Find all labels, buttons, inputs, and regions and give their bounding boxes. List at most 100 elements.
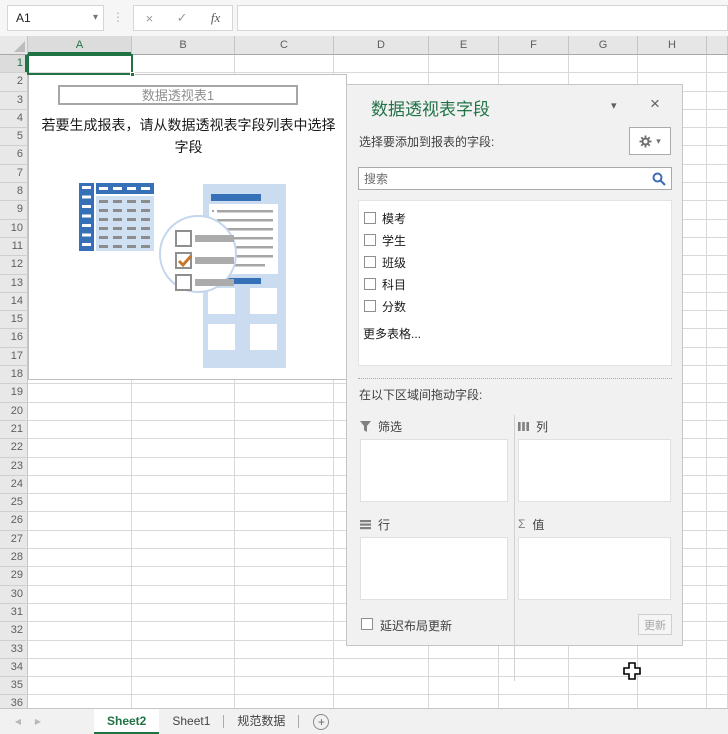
selected-cell-a1[interactable]	[27, 54, 133, 75]
col-header-D[interactable]: D	[334, 36, 429, 55]
row-header-22[interactable]: 22	[0, 439, 28, 457]
grid-cell[interactable]	[132, 641, 235, 659]
grid-cell[interactable]	[132, 677, 235, 695]
row-header-9[interactable]: 9	[0, 201, 28, 219]
grid-cell[interactable]	[707, 567, 728, 585]
grid-cell[interactable]	[707, 458, 728, 476]
grid-cell[interactable]	[235, 531, 334, 549]
grid-cell[interactable]	[429, 659, 499, 677]
grid-cell[interactable]	[132, 476, 235, 494]
row-header-3[interactable]: 3	[0, 92, 28, 110]
grid-cell[interactable]	[707, 238, 728, 256]
field-checkbox[interactable]	[364, 278, 376, 290]
grid-cell[interactable]	[235, 567, 334, 585]
grid-cell[interactable]	[235, 55, 334, 73]
grid-cell[interactable]	[235, 403, 334, 421]
grid-cell[interactable]	[638, 695, 707, 708]
row-header-20[interactable]: 20	[0, 403, 28, 421]
row-header-11[interactable]: 11	[0, 238, 28, 256]
grid-cell[interactable]	[28, 494, 132, 512]
grid-cell[interactable]	[28, 421, 132, 439]
grid-cell[interactable]	[499, 695, 569, 708]
row-header-16[interactable]: 16	[0, 329, 28, 347]
row-header-5[interactable]: 5	[0, 128, 28, 146]
grid-cell[interactable]	[28, 641, 132, 659]
grid-cell[interactable]	[235, 476, 334, 494]
row-header-10[interactable]: 10	[0, 220, 28, 238]
row-header-15[interactable]: 15	[0, 311, 28, 329]
grid-cell[interactable]	[707, 329, 728, 347]
tools-gear-button[interactable]: ▾	[629, 127, 671, 155]
grid-cell[interactable]	[707, 439, 728, 457]
grid-cell[interactable]	[235, 549, 334, 567]
field-row-1[interactable]: 学生	[359, 229, 671, 251]
grid-cell[interactable]	[28, 586, 132, 604]
enter-icon[interactable]: ✓	[177, 10, 188, 26]
grid-cell[interactable]	[707, 183, 728, 201]
grid-cell[interactable]	[235, 604, 334, 622]
field-row-0[interactable]: 模考	[359, 207, 671, 229]
select-all-corner[interactable]	[0, 36, 28, 55]
row-header-30[interactable]: 30	[0, 586, 28, 604]
grid-cell[interactable]	[707, 384, 728, 402]
grid-cell[interactable]	[429, 677, 499, 695]
row-header-28[interactable]: 28	[0, 549, 28, 567]
row-header-13[interactable]: 13	[0, 275, 28, 293]
row-header-1[interactable]: 1	[0, 55, 28, 73]
grid-cell[interactable]	[638, 659, 707, 677]
field-checkbox[interactable]	[364, 300, 376, 312]
row-header-34[interactable]: 34	[0, 659, 28, 677]
grid-cell[interactable]	[235, 695, 334, 708]
row-header-19[interactable]: 19	[0, 384, 28, 402]
row-header-25[interactable]: 25	[0, 494, 28, 512]
row-header-8[interactable]: 8	[0, 183, 28, 201]
grid-cell[interactable]	[28, 622, 132, 640]
grid-cell[interactable]	[707, 348, 728, 366]
field-checkbox[interactable]	[364, 234, 376, 246]
grid-cell[interactable]	[235, 641, 334, 659]
field-row-4[interactable]: 分数	[359, 295, 671, 317]
grid-cell[interactable]	[707, 146, 728, 164]
grid-cell[interactable]	[235, 494, 334, 512]
values-drop-zone[interactable]	[518, 537, 671, 600]
field-row-2[interactable]: 班级	[359, 251, 671, 273]
grid-cell[interactable]	[28, 384, 132, 402]
row-header-7[interactable]: 7	[0, 165, 28, 183]
grid-cell[interactable]	[28, 512, 132, 530]
grid-cell[interactable]	[28, 439, 132, 457]
grid-cell[interactable]	[334, 677, 429, 695]
grid-cell[interactable]	[334, 695, 429, 708]
grid-cell[interactable]	[28, 677, 132, 695]
grid-cell[interactable]	[28, 695, 132, 708]
formula-bar-input[interactable]	[237, 5, 728, 31]
row-header-4[interactable]: 4	[0, 110, 28, 128]
grid-cell[interactable]	[132, 439, 235, 457]
row-header-17[interactable]: 17	[0, 348, 28, 366]
row-header-35[interactable]: 35	[0, 677, 28, 695]
grid-cell[interactable]	[707, 512, 728, 530]
grid-cell[interactable]	[499, 55, 569, 73]
grid-cell[interactable]	[28, 531, 132, 549]
row-header-23[interactable]: 23	[0, 458, 28, 476]
sheet-tab-Sheet1[interactable]: Sheet1	[159, 709, 223, 734]
more-tables-link[interactable]: 更多表格...	[363, 325, 671, 342]
filters-drop-zone[interactable]	[360, 439, 508, 502]
grid-cell[interactable]	[132, 659, 235, 677]
grid-cell[interactable]	[334, 659, 429, 677]
update-button[interactable]: 更新	[638, 614, 672, 635]
row-header-32[interactable]: 32	[0, 622, 28, 640]
grid-cell[interactable]	[429, 695, 499, 708]
grid-cell[interactable]	[707, 641, 728, 659]
row-header-2[interactable]: 2	[0, 73, 28, 91]
grid-cell[interactable]	[28, 403, 132, 421]
grid-cell[interactable]	[235, 421, 334, 439]
search-input[interactable]	[358, 167, 672, 190]
grid-cell[interactable]	[132, 55, 235, 73]
grid-cell[interactable]	[638, 55, 707, 73]
col-header-E[interactable]: E	[429, 36, 499, 55]
grid-cell[interactable]	[132, 531, 235, 549]
grid-cell[interactable]	[707, 128, 728, 146]
grid-cell[interactable]	[132, 567, 235, 585]
grid-cell[interactable]	[132, 512, 235, 530]
grid-cell[interactable]	[235, 622, 334, 640]
